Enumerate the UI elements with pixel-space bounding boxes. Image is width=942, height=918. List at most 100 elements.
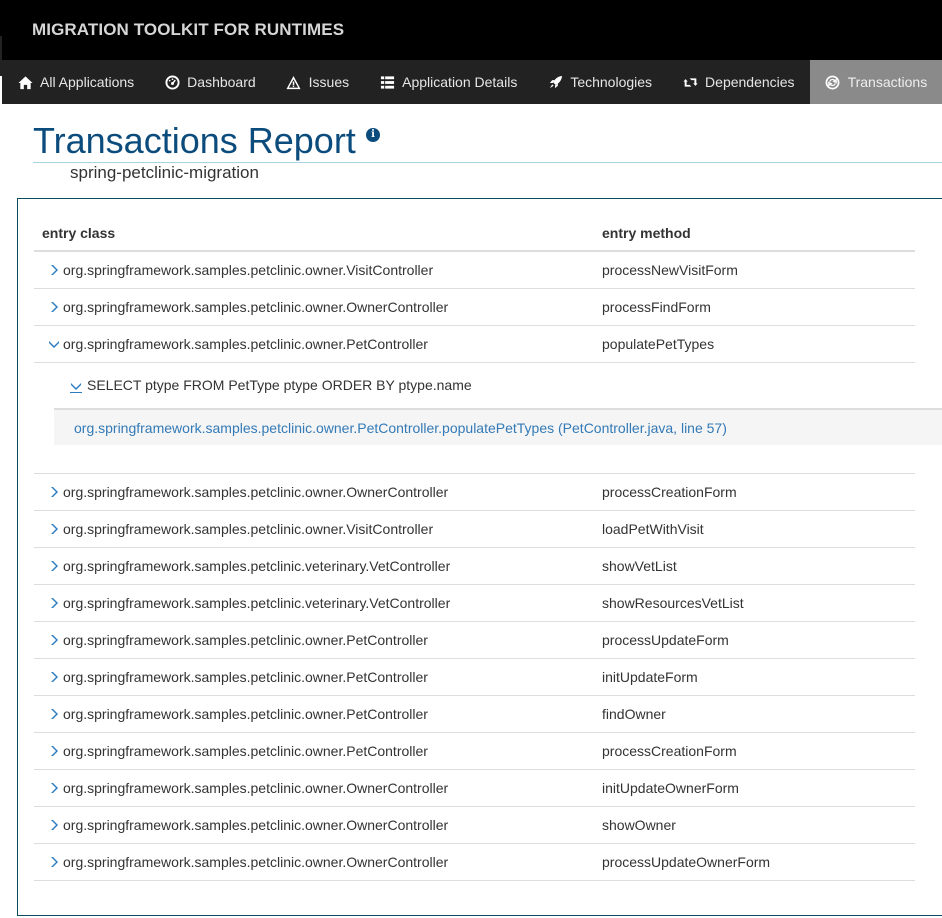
entry-method-cell: processNewVisitForm xyxy=(594,251,915,289)
home-icon xyxy=(17,74,33,90)
retweet-icon xyxy=(682,74,698,90)
table-row[interactable]: org.springframework.samples.petclinic.ve… xyxy=(34,584,915,622)
entry-class-cell[interactable]: org.springframework.samples.petclinic.ve… xyxy=(34,584,594,622)
stack-trace-link[interactable]: org.springframework.samples.petclinic.ow… xyxy=(74,420,727,436)
entry-class-cell[interactable]: org.springframework.samples.petclinic.ow… xyxy=(34,325,594,363)
entry-class-text: org.springframework.samples.petclinic.ve… xyxy=(63,557,451,574)
nav-label: Technologies xyxy=(570,74,653,90)
table-row[interactable]: org.springframework.samples.petclinic.ow… xyxy=(34,325,915,363)
nav-all-applications[interactable]: All Applications xyxy=(2,60,149,104)
entry-method-cell: showResourcesVetList xyxy=(594,584,915,622)
chevron-right-icon[interactable] xyxy=(48,781,60,793)
nav-application-details[interactable]: Application Details xyxy=(364,60,532,104)
entry-method-cell: processUpdateForm xyxy=(594,621,915,659)
table-row[interactable]: org.springframework.samples.petclinic.ow… xyxy=(34,510,915,548)
transaction-detail-cell: SELECT ptype FROM PetType ptype ORDER BY… xyxy=(34,362,942,474)
entry-class-cell[interactable]: org.springframework.samples.petclinic.ow… xyxy=(34,510,594,548)
nav-dependencies[interactable]: Dependencies xyxy=(667,60,810,104)
entry-method-cell: loadPetWithVisit xyxy=(594,510,915,548)
table-row[interactable]: org.springframework.samples.petclinic.ow… xyxy=(34,288,915,326)
nav-label: Dependencies xyxy=(705,74,795,90)
entry-class-cell[interactable]: org.springframework.samples.petclinic.ow… xyxy=(34,769,594,807)
entry-method-cell: initUpdateOwnerForm xyxy=(594,769,915,807)
table-row[interactable]: org.springframework.samples.petclinic.ow… xyxy=(34,769,915,807)
chevron-right-icon[interactable] xyxy=(48,744,60,756)
application-name: spring-petclinic-migration xyxy=(70,163,259,182)
entry-class-text: org.springframework.samples.petclinic.ve… xyxy=(63,594,451,611)
chevron-right-icon[interactable] xyxy=(48,522,60,534)
chevron-down-icon[interactable] xyxy=(70,379,82,393)
nav-label: Application Details xyxy=(402,74,518,90)
entry-class-text: org.springframework.samples.petclinic.ow… xyxy=(63,705,428,722)
table-row[interactable]: org.springframework.samples.petclinic.ow… xyxy=(34,621,915,659)
nav-label: All Applications xyxy=(40,74,135,90)
table-row[interactable]: org.springframework.samples.petclinic.ow… xyxy=(34,806,915,844)
dashboard-icon xyxy=(164,74,180,90)
entry-class-cell[interactable]: org.springframework.samples.petclinic.ow… xyxy=(34,621,594,659)
transaction-detail: SELECT ptype FROM PetType ptype ORDER BY… xyxy=(34,363,942,473)
info-icon[interactable]: i xyxy=(366,128,380,142)
nav-technologies[interactable]: Technologies xyxy=(532,60,667,104)
header-entry-method[interactable]: entry method xyxy=(594,213,915,252)
chevron-down-icon[interactable] xyxy=(48,337,60,349)
header-entry-class[interactable]: entry class xyxy=(34,213,594,252)
entry-class-cell[interactable]: org.springframework.samples.petclinic.ow… xyxy=(34,288,594,326)
entry-class-text: org.springframework.samples.petclinic.ow… xyxy=(63,298,449,315)
entry-method-cell: processCreationForm xyxy=(594,732,915,770)
page-title: Transactions Report xyxy=(33,120,356,161)
chevron-right-icon[interactable] xyxy=(48,707,60,719)
nav-transactions[interactable]: Transactions xyxy=(809,60,942,104)
entry-method-cell: findOwner xyxy=(594,695,915,733)
chevron-right-icon[interactable] xyxy=(48,818,60,830)
warning-icon xyxy=(286,74,302,90)
table-row[interactable]: org.springframework.samples.petclinic.ow… xyxy=(34,695,915,733)
nav-label: Dashboard xyxy=(187,74,256,90)
entry-class-cell[interactable]: org.springframework.samples.petclinic.ow… xyxy=(34,732,594,770)
entry-class-text: org.springframework.samples.petclinic.ow… xyxy=(63,483,449,500)
main-nav: All Applications Dashboard Issues Applic… xyxy=(2,60,942,104)
sql-query[interactable]: SELECT ptype FROM PetType ptype ORDER BY… xyxy=(70,377,472,393)
chevron-right-icon[interactable] xyxy=(48,596,60,608)
table-row[interactable]: org.springframework.samples.petclinic.ow… xyxy=(34,732,915,770)
table-row[interactable]: org.springframework.samples.petclinic.ow… xyxy=(34,473,915,511)
entry-method-cell: initUpdateForm xyxy=(594,658,915,696)
chevron-right-icon[interactable] xyxy=(48,633,60,645)
entry-class-cell[interactable]: org.springframework.samples.petclinic.ow… xyxy=(34,473,594,511)
entry-method-cell: processUpdateOwnerForm xyxy=(594,843,915,881)
entry-class-text: org.springframework.samples.petclinic.ow… xyxy=(63,261,434,278)
entry-class-text: org.springframework.samples.petclinic.ow… xyxy=(63,631,428,648)
sql-query-text: SELECT ptype FROM PetType ptype ORDER BY… xyxy=(87,376,472,393)
entry-class-cell[interactable]: org.springframework.samples.petclinic.ow… xyxy=(34,806,594,844)
chevron-right-icon[interactable] xyxy=(48,263,60,275)
table-row[interactable]: org.springframework.samples.petclinic.ow… xyxy=(34,251,915,289)
entry-class-cell[interactable]: org.springframework.samples.petclinic.ow… xyxy=(34,843,594,881)
entry-class-text: org.springframework.samples.petclinic.ow… xyxy=(63,742,428,759)
entry-method-cell: populatePetTypes xyxy=(594,325,915,363)
entry-class-cell[interactable]: org.springframework.samples.petclinic.ve… xyxy=(34,547,594,585)
table-row[interactable]: org.springframework.samples.petclinic.ve… xyxy=(34,547,915,585)
entry-class-cell[interactable]: org.springframework.samples.petclinic.ow… xyxy=(34,658,594,696)
entry-class-cell[interactable]: org.springframework.samples.petclinic.ow… xyxy=(34,695,594,733)
entry-method-cell: showOwner xyxy=(594,806,915,844)
entry-class-cell[interactable]: org.springframework.samples.petclinic.ow… xyxy=(34,251,594,289)
table-row[interactable]: org.springframework.samples.petclinic.ow… xyxy=(34,843,915,881)
chevron-right-icon[interactable] xyxy=(48,670,60,682)
list-icon xyxy=(379,74,395,90)
entry-class-text: org.springframework.samples.petclinic.ow… xyxy=(63,668,428,685)
chevron-right-icon[interactable] xyxy=(48,485,60,497)
nav-label: Transactions xyxy=(847,74,928,90)
entry-class-text: org.springframework.samples.petclinic.ow… xyxy=(63,335,428,352)
chevron-right-icon[interactable] xyxy=(48,855,60,867)
entry-class-text: org.springframework.samples.petclinic.ow… xyxy=(63,520,434,537)
transactions-icon xyxy=(825,74,841,90)
chevron-right-icon[interactable] xyxy=(48,300,60,312)
entry-class-text: org.springframework.samples.petclinic.ow… xyxy=(63,779,449,796)
nav-dashboard[interactable]: Dashboard xyxy=(149,60,271,104)
transaction-detail-row: SELECT ptype FROM PetType ptype ORDER BY… xyxy=(34,362,942,474)
nav-issues[interactable]: Issues xyxy=(271,60,364,104)
app-title: MIGRATION TOOLKIT FOR RUNTIMES xyxy=(32,20,345,39)
table-row[interactable]: org.springframework.samples.petclinic.ow… xyxy=(34,658,915,696)
chevron-right-icon[interactable] xyxy=(48,559,60,571)
entry-class-text: org.springframework.samples.petclinic.ow… xyxy=(63,853,449,870)
stack-trace-box: org.springframework.samples.petclinic.ow… xyxy=(54,407,942,445)
